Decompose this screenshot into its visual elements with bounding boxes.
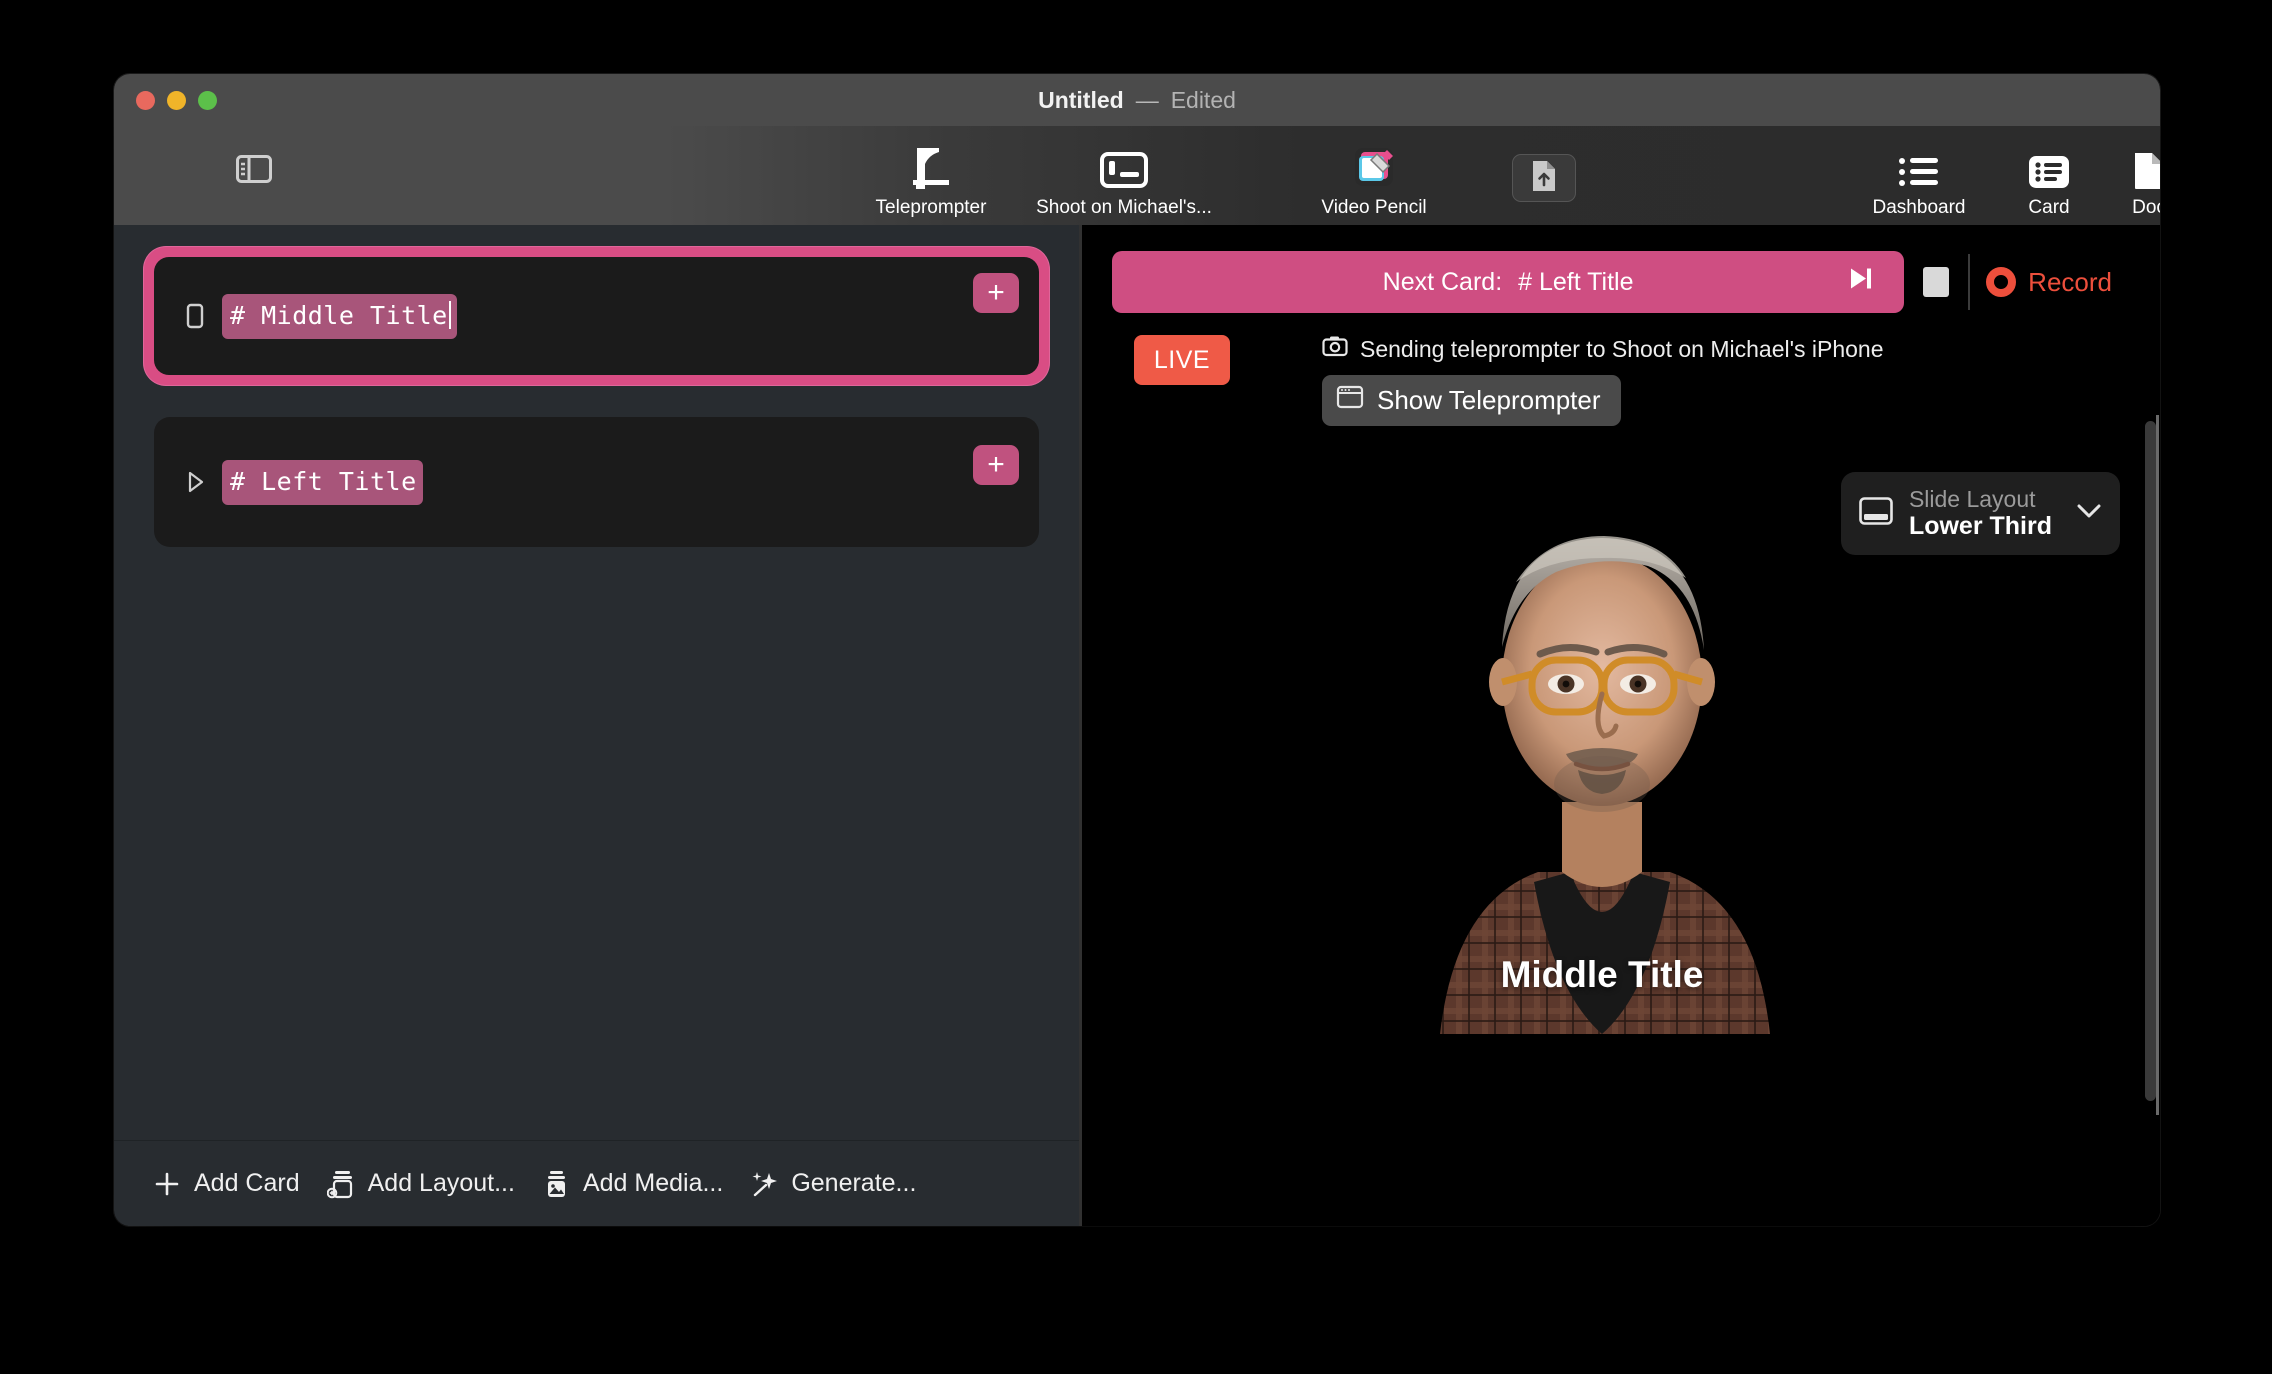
presenter-video-frame bbox=[1270, 432, 1934, 1034]
sidebar-icon bbox=[236, 154, 272, 188]
card-add-button[interactable]: + bbox=[973, 273, 1019, 313]
window-title-state: Edited bbox=[1170, 86, 1236, 113]
teleprompter-icon bbox=[905, 144, 957, 192]
toolbar-label-doc: Doc bbox=[2132, 197, 2160, 218]
card-body[interactable]: # Middle Title + bbox=[154, 257, 1039, 375]
chevron-down-icon[interactable] bbox=[2076, 502, 2102, 525]
preview-scrollbar-track[interactable] bbox=[2156, 415, 2159, 1115]
document-icon bbox=[2130, 144, 2160, 192]
cards-bottom-toolbar: Add Card Add Layout... Add Media... Gene… bbox=[114, 1140, 1079, 1226]
record-button[interactable]: Record bbox=[1976, 267, 2134, 298]
lower-third-icon bbox=[1859, 497, 1893, 530]
toolbar-item-shoot-on-device[interactable]: Shoot on Michael's... bbox=[1014, 144, 1234, 219]
media-image-icon bbox=[541, 1169, 571, 1199]
window-title: Untitled — Edited bbox=[114, 74, 2160, 126]
status-row: LIVE Sending teleprompter to Shoot on Mi… bbox=[1082, 313, 2160, 426]
sparkles-icon bbox=[749, 1169, 779, 1199]
card-item-selected[interactable]: # Middle Title + bbox=[144, 247, 1049, 385]
cards-panel: # Middle Title + # Left Title + Add Card… bbox=[114, 225, 1082, 1226]
title-bar: Untitled — Edited bbox=[114, 74, 2160, 126]
card-list: # Middle Title + # Left Title + bbox=[114, 225, 1079, 1140]
card-list-icon bbox=[2026, 144, 2072, 192]
close-button[interactable] bbox=[136, 90, 155, 110]
live-badge: LIVE bbox=[1134, 335, 1230, 385]
record-label: Record bbox=[2028, 266, 2112, 297]
toolbar-label-card: Card bbox=[2028, 197, 2070, 218]
add-card-label: Add Card bbox=[194, 1169, 300, 1197]
video-preview[interactable]: Middle Title bbox=[1270, 432, 1934, 1034]
next-card-button[interactable]: Next Card: # Left Title bbox=[1112, 251, 1905, 313]
slide-layout-value: Lower Third bbox=[1908, 512, 2052, 541]
text-caret bbox=[448, 300, 451, 329]
external-display-icon bbox=[1098, 144, 1150, 192]
sidebar-toggle-button[interactable] bbox=[232, 154, 276, 188]
window-body: # Middle Title + # Left Title + Add Card… bbox=[114, 225, 2160, 1226]
toolbar-label-video-pencil: Video Pencil bbox=[1321, 197, 1427, 218]
next-card-prefix: Next Card: bbox=[1382, 267, 1503, 296]
next-card-value: # Left Title bbox=[1518, 267, 1634, 296]
camera-icon bbox=[1322, 335, 1348, 363]
card-text-value: # Middle Title bbox=[230, 300, 448, 330]
slide-overlay-title: Middle Title bbox=[1500, 954, 1704, 995]
card-item[interactable]: # Left Title + bbox=[144, 407, 1049, 557]
slide-layout-caption: Slide Layout bbox=[1908, 486, 2036, 512]
list-dashboard-icon bbox=[1896, 144, 1942, 192]
add-media-button[interactable]: Add Media... bbox=[541, 1169, 723, 1199]
generate-button[interactable]: Generate... bbox=[749, 1169, 916, 1199]
card-body[interactable]: # Left Title + bbox=[154, 417, 1039, 547]
card-text-value[interactable]: # Left Title bbox=[222, 459, 423, 505]
screenshot-root: Untitled — Edited Teleprompter Shoot on … bbox=[0, 0, 2272, 1374]
play-triangle-icon[interactable] bbox=[178, 468, 212, 496]
plus-icon bbox=[152, 1171, 182, 1197]
toolbar-label-shoot-on-device: Shoot on Michael's... bbox=[1036, 197, 1212, 218]
show-teleprompter-label: Show Teleprompter bbox=[1377, 385, 1601, 415]
app-window: Untitled — Edited Teleprompter Shoot on … bbox=[114, 74, 2160, 1226]
window-title-name: Untitled bbox=[1038, 86, 1124, 113]
toolbar-item-card[interactable]: Card bbox=[1994, 144, 2104, 219]
teleprompter-status-text: Sending teleprompter to Shoot on Michael… bbox=[1360, 335, 1884, 362]
show-teleprompter-button[interactable]: Show Teleprompter bbox=[1322, 375, 1621, 426]
toolbar-label-teleprompter: Teleprompter bbox=[875, 197, 987, 218]
layout-stack-icon bbox=[326, 1169, 356, 1199]
slide-layout-dropdown[interactable]: Slide Layout Lower Third bbox=[1840, 472, 2120, 556]
skip-forward-icon[interactable] bbox=[1848, 266, 1874, 299]
add-media-label: Add Media... bbox=[582, 1169, 724, 1197]
toolbar-item-teleprompter[interactable]: Teleprompter bbox=[841, 144, 1021, 219]
card-text-editor[interactable]: # Middle Title bbox=[222, 293, 457, 339]
stop-square-icon bbox=[1923, 267, 1950, 297]
toolbar-item-video-pencil[interactable]: Video Pencil bbox=[1284, 144, 1464, 219]
zoom-button[interactable] bbox=[198, 90, 217, 110]
stop-button[interactable] bbox=[1904, 251, 1968, 313]
stop-square-icon[interactable] bbox=[178, 302, 212, 330]
teleprompter-status: Sending teleprompter to Shoot on Michael… bbox=[1322, 335, 1884, 363]
minimize-button[interactable] bbox=[167, 90, 186, 110]
card-add-button[interactable]: + bbox=[973, 445, 1019, 485]
toolbar: Teleprompter Shoot on Michael's... Video… bbox=[114, 126, 2160, 225]
record-dot-icon bbox=[1986, 267, 2017, 297]
toolbar-item-dashboard[interactable]: Dashboard bbox=[1849, 144, 1989, 219]
add-layout-button[interactable]: Add Layout... bbox=[326, 1169, 515, 1199]
video-pencil-icon bbox=[1349, 144, 1399, 192]
document-upload-icon bbox=[1530, 159, 1558, 198]
window-icon bbox=[1336, 384, 1364, 417]
transport-row: Next Card: # Left Title Record bbox=[1082, 225, 2160, 313]
window-title-dash: — bbox=[1135, 86, 1159, 113]
preview-panel: Next Card: # Left Title Record LIVE Send… bbox=[1082, 225, 2160, 1226]
toolbar-item-doc[interactable]: Doc bbox=[2094, 144, 2160, 219]
toolbar-label-dashboard: Dashboard bbox=[1872, 197, 1966, 218]
transport-divider bbox=[1968, 254, 1971, 310]
generate-label: Generate... bbox=[791, 1169, 917, 1197]
traffic-lights bbox=[136, 90, 217, 110]
export-document-button[interactable] bbox=[1512, 154, 1576, 202]
add-layout-label: Add Layout... bbox=[367, 1169, 515, 1197]
preview-scrollbar-thumb[interactable] bbox=[2145, 421, 2156, 1101]
add-card-button[interactable]: Add Card bbox=[152, 1169, 300, 1198]
